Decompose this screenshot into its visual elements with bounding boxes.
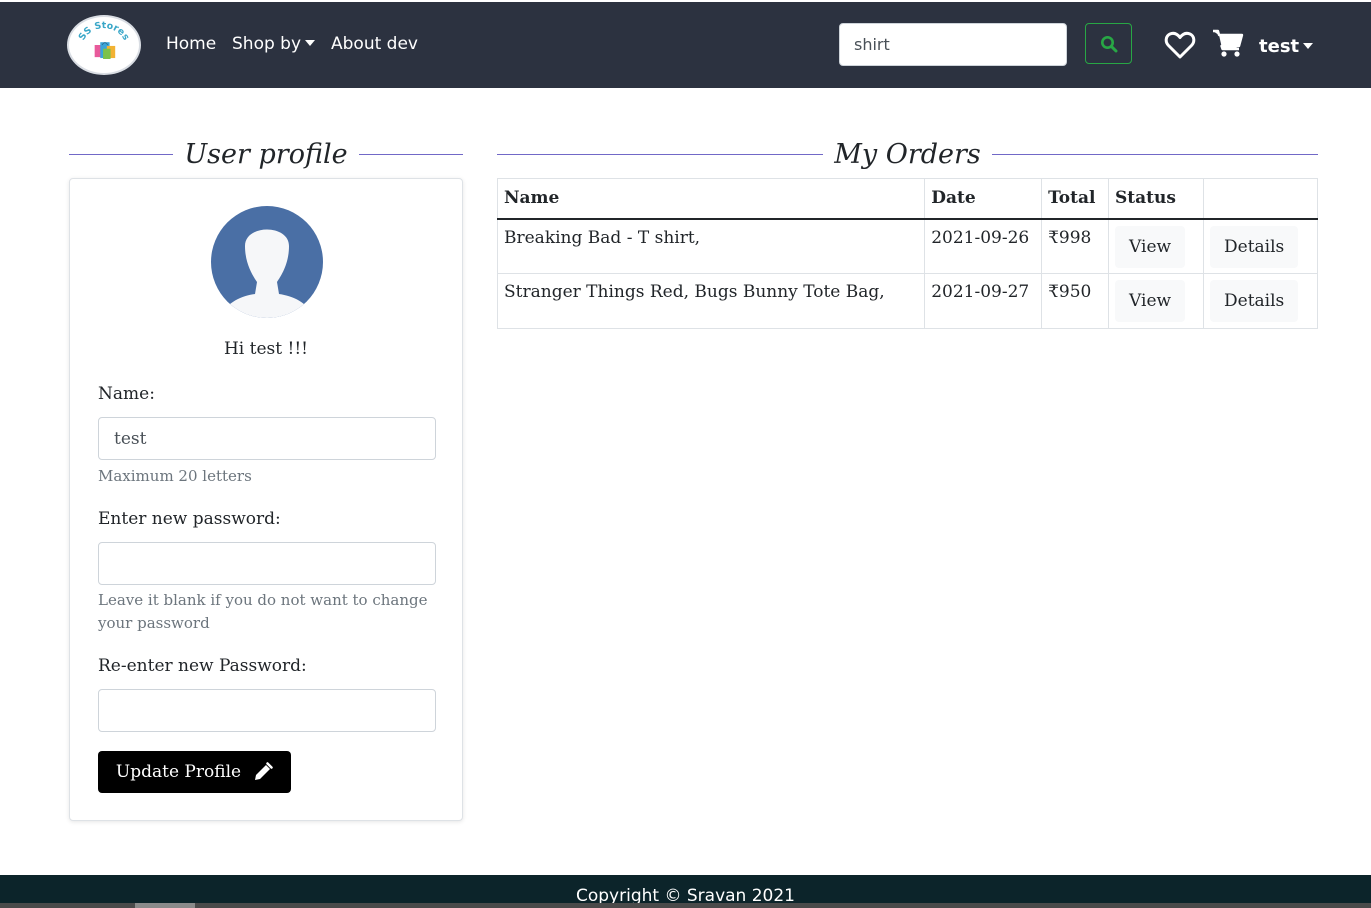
heart-icon[interactable] xyxy=(1164,30,1196,60)
order-total: ₹998 xyxy=(1041,218,1110,274)
view-status-button[interactable]: View xyxy=(1115,280,1186,322)
order-details-cell: Details xyxy=(1203,218,1318,274)
divider xyxy=(991,153,1318,155)
footer: Copyright © Sravan 2021 xyxy=(0,875,1371,908)
user-menu-label: test xyxy=(1259,36,1300,57)
cart-icon[interactable] xyxy=(1212,28,1244,58)
divider xyxy=(358,153,463,155)
update-profile-button[interactable]: Update Profile xyxy=(98,751,291,793)
scrollbar-thumb[interactable] xyxy=(135,903,195,908)
order-status-cell: View xyxy=(1108,218,1204,274)
table-row: Breaking Bad - T shirt, 2021-09-26 ₹998 … xyxy=(496,218,1318,274)
confirm-password-field[interactable] xyxy=(98,689,436,732)
store-logo[interactable]: SS Stores xyxy=(67,15,141,75)
table-row: Stranger Things Red, Bugs Bunny Tote Bag… xyxy=(496,273,1318,329)
update-profile-label: Update Profile xyxy=(115,762,242,782)
order-details-cell: Details xyxy=(1203,273,1318,329)
order-date: 2021-09-27 xyxy=(924,273,1043,329)
order-total: ₹950 xyxy=(1041,273,1110,329)
details-button[interactable]: Details xyxy=(1210,225,1299,268)
column-header-date: Date xyxy=(924,178,1043,220)
search-icon xyxy=(1100,35,1117,52)
nav-shop-by-dropdown[interactable]: Shop by xyxy=(232,34,316,54)
user-menu-dropdown[interactable]: test xyxy=(1259,36,1314,57)
divider xyxy=(497,153,824,155)
orders-table: Name Date Total Status Breaking Bad - T … xyxy=(496,178,1318,329)
order-date: 2021-09-26 xyxy=(924,218,1043,274)
column-header-total: Total xyxy=(1041,178,1110,220)
column-header-status: Status xyxy=(1108,178,1204,220)
password-hint: Leave it blank if you do not want to cha… xyxy=(98,591,428,632)
divider xyxy=(69,153,174,155)
my-orders-title: My Orders xyxy=(834,138,981,170)
navbar: SS Stores Home Shop by About dev test xyxy=(0,2,1371,88)
name-field[interactable] xyxy=(98,417,436,460)
search-input[interactable] xyxy=(839,23,1067,66)
greeting-text: Hi test !!! xyxy=(223,339,308,359)
horizontal-scrollbar[interactable] xyxy=(0,903,1371,908)
order-status-cell: View xyxy=(1108,273,1204,329)
svg-text:SS Stores: SS Stores xyxy=(77,20,132,42)
column-header-name: Name xyxy=(496,178,926,220)
new-password-field[interactable] xyxy=(98,542,436,585)
pencil-icon xyxy=(255,762,273,780)
logo-text: SS Stores xyxy=(77,20,132,42)
user-profile-heading: User profile xyxy=(69,134,463,174)
column-header-actions xyxy=(1203,178,1318,220)
name-hint: Maximum 20 letters xyxy=(98,467,252,485)
user-profile-card: Hi test !!! Name: Maximum 20 letters Ent… xyxy=(69,178,463,821)
shopping-bags-logo-icon: SS Stores xyxy=(77,20,132,59)
order-name: Breaking Bad - T shirt, xyxy=(496,218,926,274)
avatar xyxy=(211,206,323,318)
nav-about-dev-link[interactable]: About dev xyxy=(331,34,418,54)
name-label: Name: xyxy=(98,384,155,404)
my-orders-heading: My Orders xyxy=(497,134,1318,174)
details-button[interactable]: Details xyxy=(1210,280,1299,322)
user-profile-title: User profile xyxy=(184,138,348,170)
search-button[interactable] xyxy=(1085,23,1132,64)
chevron-down-icon xyxy=(305,40,316,46)
new-password-label: Enter new password: xyxy=(98,509,281,529)
table-header-row: Name Date Total Status xyxy=(496,178,1318,220)
nav-home-link[interactable]: Home xyxy=(166,34,216,54)
view-status-button[interactable]: View xyxy=(1115,225,1186,268)
order-name: Stranger Things Red, Bugs Bunny Tote Bag… xyxy=(496,273,926,329)
confirm-password-label: Re-enter new Password: xyxy=(98,656,307,676)
chevron-down-icon xyxy=(1303,43,1314,49)
nav-shop-by-label: Shop by xyxy=(232,34,302,54)
